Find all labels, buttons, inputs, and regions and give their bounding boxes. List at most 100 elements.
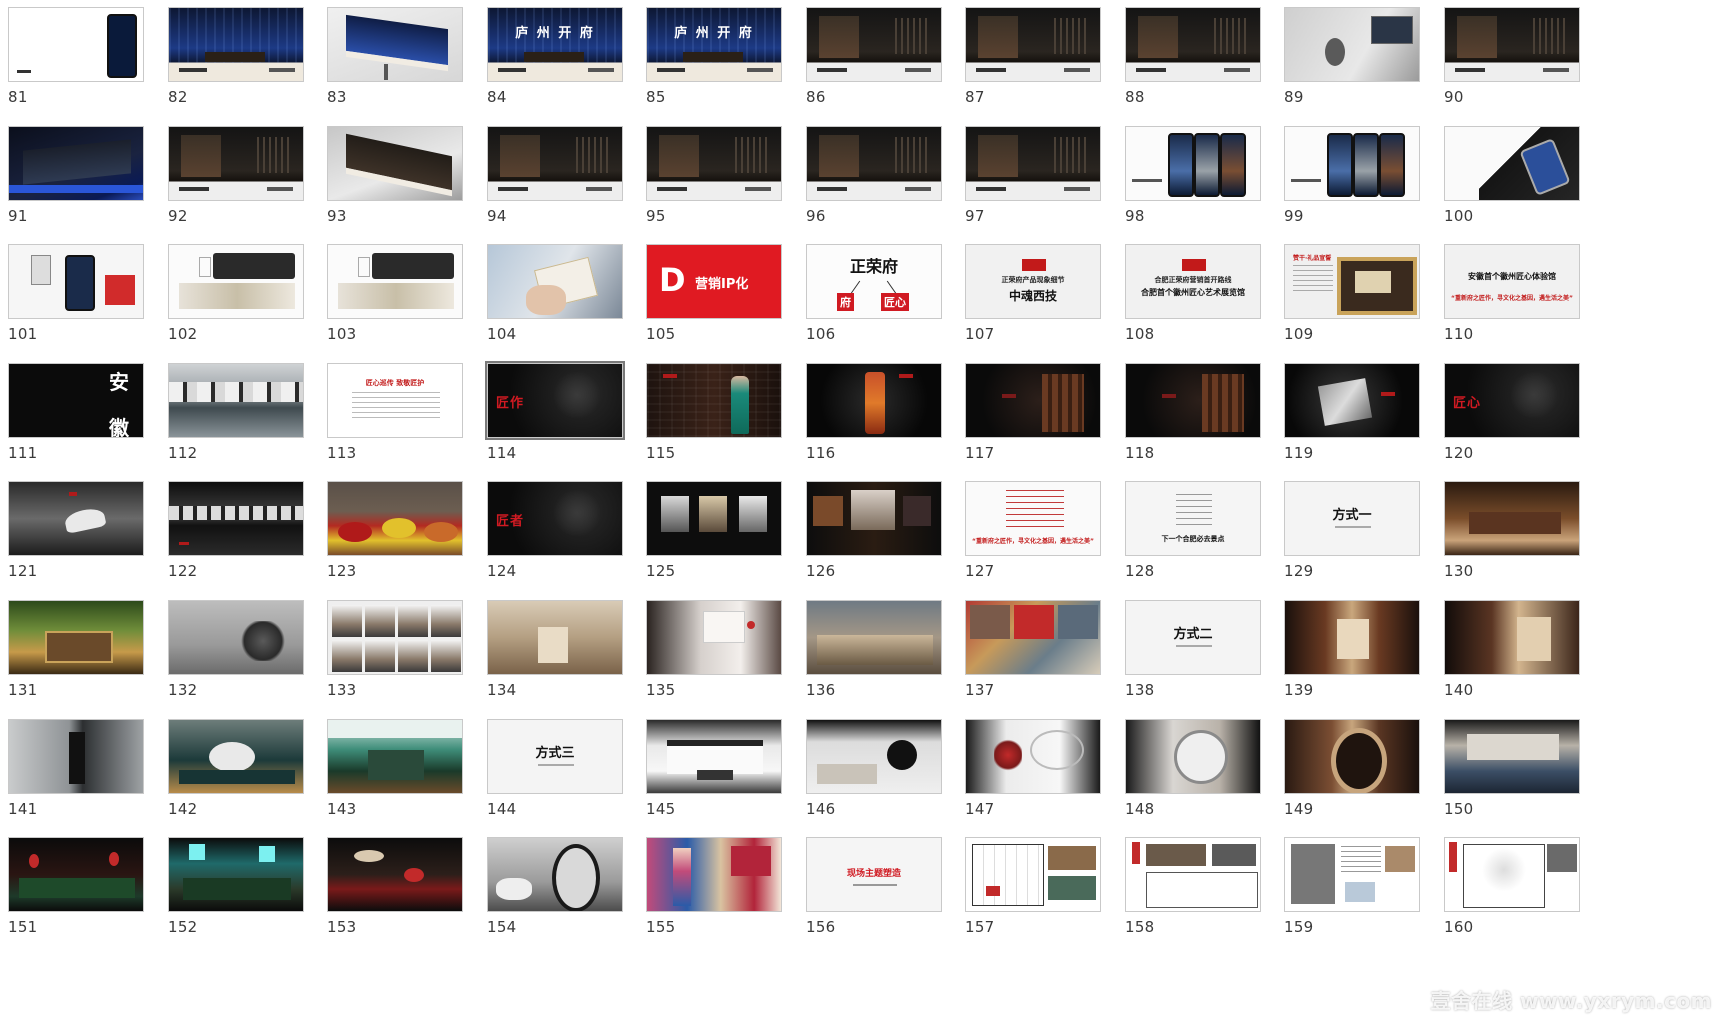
slide-thumbnail-111[interactable]: 安徽 111 [0, 356, 160, 466]
slide-preview[interactable]: 正荣府府 匠心 [806, 244, 942, 319]
slide-thumbnail-155[interactable]: 155 [638, 830, 798, 940]
slide-thumbnail-113[interactable]: 匠心巡传 致敬匠护 113 [319, 356, 479, 466]
slide-thumbnail-115[interactable]: 115 [638, 356, 798, 466]
slide-preview[interactable] [965, 7, 1101, 82]
slide-thumbnail-105[interactable]: D 营销IP化 105 [638, 237, 798, 347]
slide-preview[interactable] [1284, 719, 1420, 794]
slide-preview[interactable] [1284, 363, 1420, 438]
slide-preview[interactable] [965, 126, 1101, 201]
slide-thumbnail-100[interactable]: 100 [1436, 119, 1596, 229]
slide-preview[interactable] [487, 126, 623, 201]
slide-thumbnail-104[interactable]: 104 [479, 237, 639, 347]
slide-preview[interactable] [1284, 837, 1420, 912]
slide-preview[interactable] [8, 481, 144, 556]
slide-preview[interactable] [646, 363, 782, 438]
slide-preview[interactable] [1125, 7, 1261, 82]
slide-thumbnail-141[interactable]: 141 [0, 712, 160, 822]
slide-preview[interactable]: 合肥正荣府营销首开路线 合肥首个徽州匠心艺术展览馆 [1125, 244, 1261, 319]
slide-thumbnail-128[interactable]: 下一个合肥必去景点 128 [1117, 474, 1277, 584]
slide-thumbnail-124[interactable]: 匠者 124 [479, 474, 639, 584]
slide-preview[interactable] [168, 126, 304, 201]
slide-thumbnail-130[interactable]: 130 [1436, 474, 1596, 584]
slide-thumbnail-147[interactable]: 147 [957, 712, 1117, 822]
slide-preview[interactable]: “重新府之匠作，寻文化之基因，遇生活之美” 安徽首个徽州匠心体验馆 [1444, 244, 1580, 319]
slide-thumbnail-118[interactable]: 118 [1117, 356, 1277, 466]
slide-preview[interactable] [1444, 837, 1580, 912]
slide-preview[interactable]: 现场主题塑造 [806, 837, 942, 912]
slide-thumbnail-81[interactable]: 81 [0, 0, 160, 110]
slide-preview[interactable] [1444, 719, 1580, 794]
slide-preview[interactable] [487, 600, 623, 675]
slide-preview[interactable]: 庐 州 开 府 [646, 7, 782, 82]
slide-preview[interactable]: 庐 州 开 府 [487, 7, 623, 82]
slide-thumbnail-152[interactable]: 152 [160, 830, 320, 940]
slide-preview[interactable] [965, 363, 1101, 438]
slide-thumbnail-83[interactable]: 83 [319, 0, 479, 110]
slide-thumbnail-143[interactable]: 143 [319, 712, 479, 822]
slide-thumbnail-150[interactable]: 150 [1436, 712, 1596, 822]
slide-thumbnail-148[interactable]: 148 [1117, 712, 1277, 822]
slide-preview[interactable] [327, 600, 463, 675]
slide-preview[interactable] [327, 126, 463, 201]
slide-thumbnail-156[interactable]: 现场主题塑造 156 [798, 830, 958, 940]
slide-preview[interactable] [646, 719, 782, 794]
slide-preview[interactable] [8, 244, 144, 319]
slide-preview[interactable] [1284, 126, 1420, 201]
slide-thumbnail-101[interactable]: 101 [0, 237, 160, 347]
slide-preview[interactable] [168, 600, 304, 675]
slide-preview[interactable] [965, 837, 1101, 912]
slide-thumbnail-129[interactable]: 方式一 129 [1276, 474, 1436, 584]
slide-preview[interactable] [646, 600, 782, 675]
slide-preview[interactable] [8, 7, 144, 82]
slide-thumbnail-109[interactable]: 赞干·礼品宣誓 109 [1276, 237, 1436, 347]
slide-preview[interactable]: “重新府之匠作，寻文化之基因，遇生活之美” [965, 481, 1101, 556]
slide-preview[interactable]: 匠心 [1444, 363, 1580, 438]
slide-preview[interactable] [965, 600, 1101, 675]
slide-thumbnail-153[interactable]: 153 [319, 830, 479, 940]
slide-thumbnail-89[interactable]: 89 [1276, 0, 1436, 110]
slide-thumbnail-145[interactable]: 145 [638, 712, 798, 822]
slide-thumbnail-110[interactable]: “重新府之匠作，寻文化之基因，遇生活之美” 安徽首个徽州匠心体验馆 110 [1436, 237, 1596, 347]
slide-thumbnail-93[interactable]: 93 [319, 119, 479, 229]
slide-preview[interactable]: 方式二 [1125, 600, 1261, 675]
slide-thumbnail-131[interactable]: 131 [0, 593, 160, 703]
slide-thumbnail-139[interactable]: 139 [1276, 593, 1436, 703]
slide-thumbnail-87[interactable]: 87 [957, 0, 1117, 110]
slide-preview[interactable] [1125, 126, 1261, 201]
slide-thumbnail-102[interactable]: 102 [160, 237, 320, 347]
slide-thumbnail-142[interactable]: 142 [160, 712, 320, 822]
slide-thumbnail-92[interactable]: 92 [160, 119, 320, 229]
slide-thumbnail-119[interactable]: 119 [1276, 356, 1436, 466]
slide-preview[interactable] [806, 600, 942, 675]
slide-thumbnail-97[interactable]: 97 [957, 119, 1117, 229]
slide-preview[interactable] [168, 7, 304, 82]
slide-preview[interactable] [8, 719, 144, 794]
slide-preview[interactable] [1284, 600, 1420, 675]
slide-preview[interactable] [806, 363, 942, 438]
slide-thumbnail-112[interactable]: 112 [160, 356, 320, 466]
slide-preview[interactable] [327, 244, 463, 319]
slide-preview[interactable] [1444, 7, 1580, 82]
slide-thumbnail-158[interactable]: 158 [1117, 830, 1277, 940]
slide-thumbnail-160[interactable]: 160 [1436, 830, 1596, 940]
slide-thumbnail-90[interactable]: 90 [1436, 0, 1596, 110]
slide-thumbnail-122[interactable]: 122 [160, 474, 320, 584]
slide-preview[interactable] [168, 363, 304, 438]
slide-preview[interactable] [1284, 7, 1420, 82]
slide-preview[interactable] [646, 126, 782, 201]
slide-thumbnail-132[interactable]: 132 [160, 593, 320, 703]
slide-thumbnail-106[interactable]: 正荣府府 匠心 106 [798, 237, 958, 347]
slide-thumbnail-86[interactable]: 86 [798, 0, 958, 110]
slide-preview[interactable] [327, 7, 463, 82]
slide-thumbnail-96[interactable]: 96 [798, 119, 958, 229]
slide-thumbnail-123[interactable]: 123 [319, 474, 479, 584]
slide-thumbnail-159[interactable]: 159 [1276, 830, 1436, 940]
slide-preview[interactable] [327, 837, 463, 912]
slide-preview[interactable] [1125, 837, 1261, 912]
slide-preview[interactable] [168, 244, 304, 319]
slide-preview[interactable] [168, 837, 304, 912]
slide-thumbnail-134[interactable]: 134 [479, 593, 639, 703]
slide-thumbnail-94[interactable]: 94 [479, 119, 639, 229]
slide-preview[interactable]: 匠作 [485, 361, 625, 440]
slide-thumbnail-98[interactable]: 98 [1117, 119, 1277, 229]
